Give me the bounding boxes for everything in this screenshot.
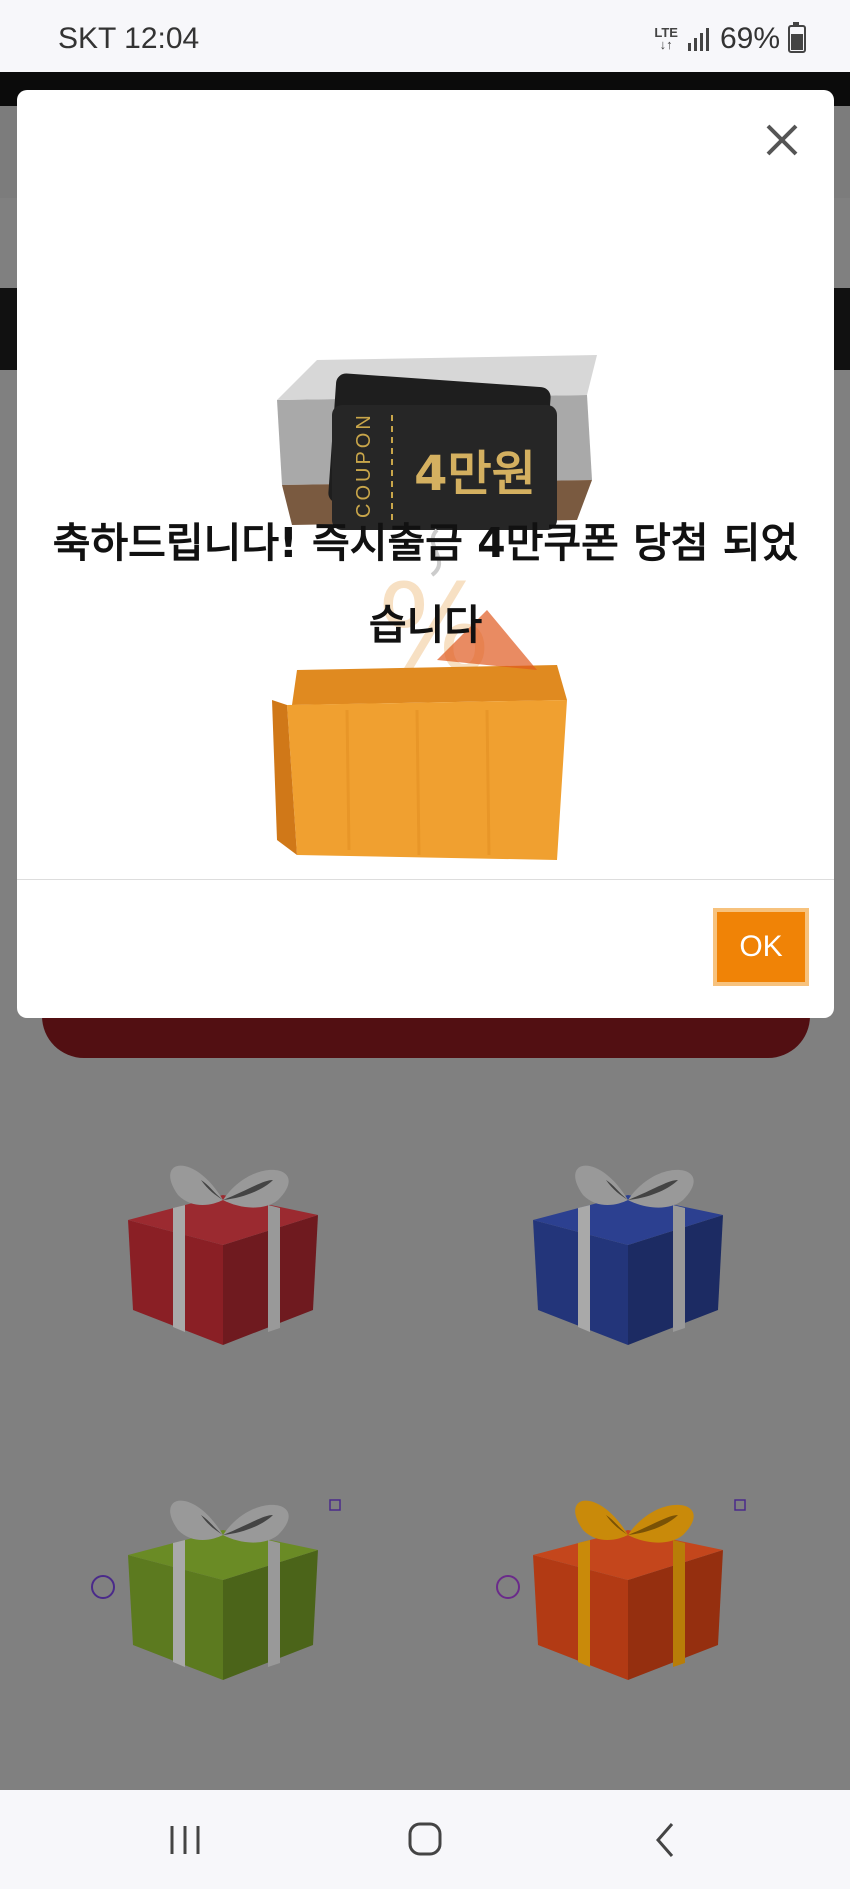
gift-box-red[interactable]	[123, 1150, 323, 1350]
decor-circle	[91, 1575, 115, 1599]
prize-message-line: 습니다	[368, 601, 483, 649]
recent-apps-icon	[170, 1826, 200, 1854]
network-type: LTE ↓↑	[654, 25, 678, 52]
close-icon	[766, 124, 798, 156]
gift-box-green[interactable]	[123, 1485, 323, 1685]
gift-icon	[128, 1500, 318, 1680]
recent-apps-button[interactable]	[160, 1818, 210, 1862]
battery-percent: 69%	[719, 22, 780, 55]
system-nav-bar	[0, 1790, 850, 1889]
battery-icon	[788, 22, 806, 53]
modal-divider	[17, 879, 834, 880]
close-button[interactable]	[762, 120, 802, 160]
back-button[interactable]	[640, 1818, 690, 1862]
back-icon	[656, 1823, 674, 1857]
decor-circle	[496, 1575, 520, 1599]
prize-message: 축하드립니다! 즉시출금 4만쿠폰 당첨 되었 습니다	[17, 502, 834, 666]
home-button[interactable]	[400, 1818, 450, 1862]
status-bar: SKT 12:04 LTE ↓↑ 69%	[0, 0, 850, 72]
coupon-amount: 4만원	[414, 446, 536, 502]
gift-icon	[533, 1500, 723, 1680]
gift-box-blue[interactable]	[528, 1150, 728, 1350]
status-time: SKT 12:04	[58, 22, 200, 55]
gift-box-orange[interactable]	[528, 1485, 728, 1685]
decor-square	[329, 1499, 341, 1511]
gift-icon	[533, 1165, 723, 1345]
signal-icon	[687, 28, 709, 51]
gift-icon	[128, 1165, 318, 1345]
ok-button[interactable]: OK	[713, 908, 809, 986]
decor-square	[734, 1499, 746, 1511]
status-right: LTE ↓↑ 69%	[654, 22, 806, 56]
prize-message-line: 축하드립니다! 즉시출금 4만쿠폰 당첨 되었	[52, 519, 799, 567]
prize-modal: COUPON 4만원 % 축하드립니다! 즉시출금 4만쿠폰 당첨 되었 습니다…	[17, 90, 834, 1018]
home-icon	[408, 1822, 442, 1856]
